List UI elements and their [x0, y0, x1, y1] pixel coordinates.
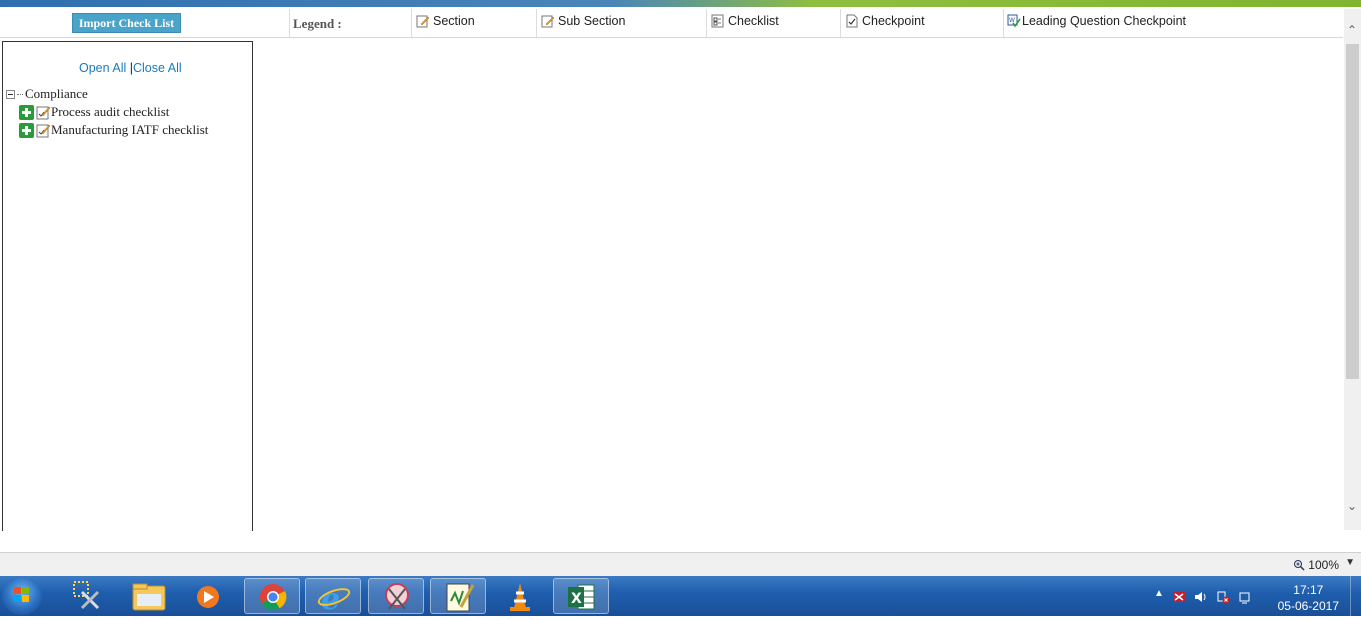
leading-question-checkpoint-icon: W: [1007, 14, 1021, 28]
section-icon: [416, 15, 430, 28]
legend-item-label: Checkpoint: [862, 14, 925, 28]
import-check-list-button[interactable]: Import Check List: [72, 13, 181, 33]
svg-text:W: W: [1009, 17, 1015, 24]
legend-item-label: Section: [433, 14, 475, 28]
vertical-scrollbar[interactable]: ⌃ ⌄: [1344, 9, 1361, 530]
tree-node-label: Compliance: [25, 86, 88, 101]
legend-item-leading-question-checkpoint: W Leading Question Checkpoint: [1007, 14, 1186, 28]
internet-explorer-icon[interactable]: e: [305, 578, 361, 617]
checkpoint-icon: [846, 14, 858, 28]
notepad-icon[interactable]: [430, 578, 486, 614]
snipping-tool-icon[interactable]: [60, 578, 116, 614]
chrome-icon[interactable]: [244, 578, 300, 614]
action-center-icon[interactable]: [1238, 590, 1252, 604]
windows-logo-icon: [14, 587, 29, 602]
expand-icon[interactable]: [19, 122, 34, 138]
open-all-link[interactable]: Open All: [79, 61, 126, 75]
legend-item-label: Checklist: [728, 14, 779, 28]
tree-node-label: Manufacturing IATF checklist: [51, 122, 209, 137]
media-player-icon[interactable]: [182, 578, 238, 614]
checklist-edit-icon: [36, 106, 51, 120]
scrollbar-thumb[interactable]: [1346, 44, 1359, 379]
zoom-icon: [1294, 560, 1305, 571]
network-disconnected-icon[interactable]: [1216, 590, 1230, 604]
legend-toolbar: Import Check List Legend : Section Sub S…: [0, 9, 1343, 38]
tree-node-process-audit-checklist[interactable]: Process audit checklist: [19, 104, 169, 120]
antivirus-icon[interactable]: [1172, 590, 1186, 604]
file-explorer-icon[interactable]: [121, 578, 177, 614]
volume-icon[interactable]: [1194, 590, 1208, 604]
tree-node-compliance[interactable]: Compliance: [6, 86, 88, 102]
expand-icon[interactable]: [19, 104, 34, 120]
open-close-links: Open All |Close All: [79, 61, 182, 75]
show-hidden-icons-icon[interactable]: ▲: [1154, 588, 1164, 599]
legend-item-checkpoint: Checkpoint: [845, 14, 925, 28]
legend-item-checklist: Checklist: [711, 14, 779, 28]
sub-section-icon: [541, 15, 555, 28]
svg-text:X: X: [571, 591, 582, 607]
legend-item-section: Section: [416, 14, 475, 28]
legend-item-label: Leading Question Checkpoint: [1022, 14, 1187, 28]
top-accent-strip: [0, 0, 1361, 7]
zoom-control[interactable]: 100%: [1293, 558, 1339, 572]
close-all-link[interactable]: Close All: [133, 61, 182, 75]
windows-taskbar: e X ▲ 17:17 05-06-2017: [0, 576, 1361, 617]
zoom-level: 100%: [1308, 558, 1339, 572]
chevron-down-icon[interactable]: ▼: [1345, 557, 1355, 568]
checklist-tree-panel: Open All |Close All Compliance Process a…: [2, 41, 253, 531]
legend-item-sub-section: Sub Section: [541, 14, 625, 28]
tree-node-label: Process audit checklist: [51, 104, 170, 119]
system-tray: ▲ 17:17 05-06-2017: [1146, 576, 1361, 616]
legend-item-label: Sub Section: [558, 14, 626, 28]
clock-time: 17:17: [1293, 583, 1324, 597]
svg-text:e: e: [321, 582, 340, 615]
browser-status-bar: 100% ▼: [0, 552, 1361, 577]
scissors-app-icon[interactable]: [368, 578, 424, 614]
tree-node-manufacturing-iatf-checklist[interactable]: Manufacturing IATF checklist: [19, 122, 208, 138]
tree-connector: [17, 93, 23, 95]
scroll-down-icon[interactable]: ⌄: [1347, 499, 1357, 513]
start-button[interactable]: [2, 577, 42, 615]
collapse-icon[interactable]: [6, 89, 15, 99]
show-desktop-button[interactable]: [1350, 576, 1361, 616]
legend-label: Legend :: [293, 16, 342, 31]
scroll-up-icon[interactable]: ⌃: [1347, 23, 1357, 37]
checklist-edit-icon: [36, 124, 51, 138]
checklist-icon: [711, 14, 724, 28]
clock[interactable]: 17:17 05-06-2017: [1278, 582, 1339, 614]
excel-icon[interactable]: X: [553, 578, 609, 614]
vlc-icon[interactable]: [492, 578, 548, 614]
clock-date: 05-06-2017: [1277, 599, 1339, 613]
